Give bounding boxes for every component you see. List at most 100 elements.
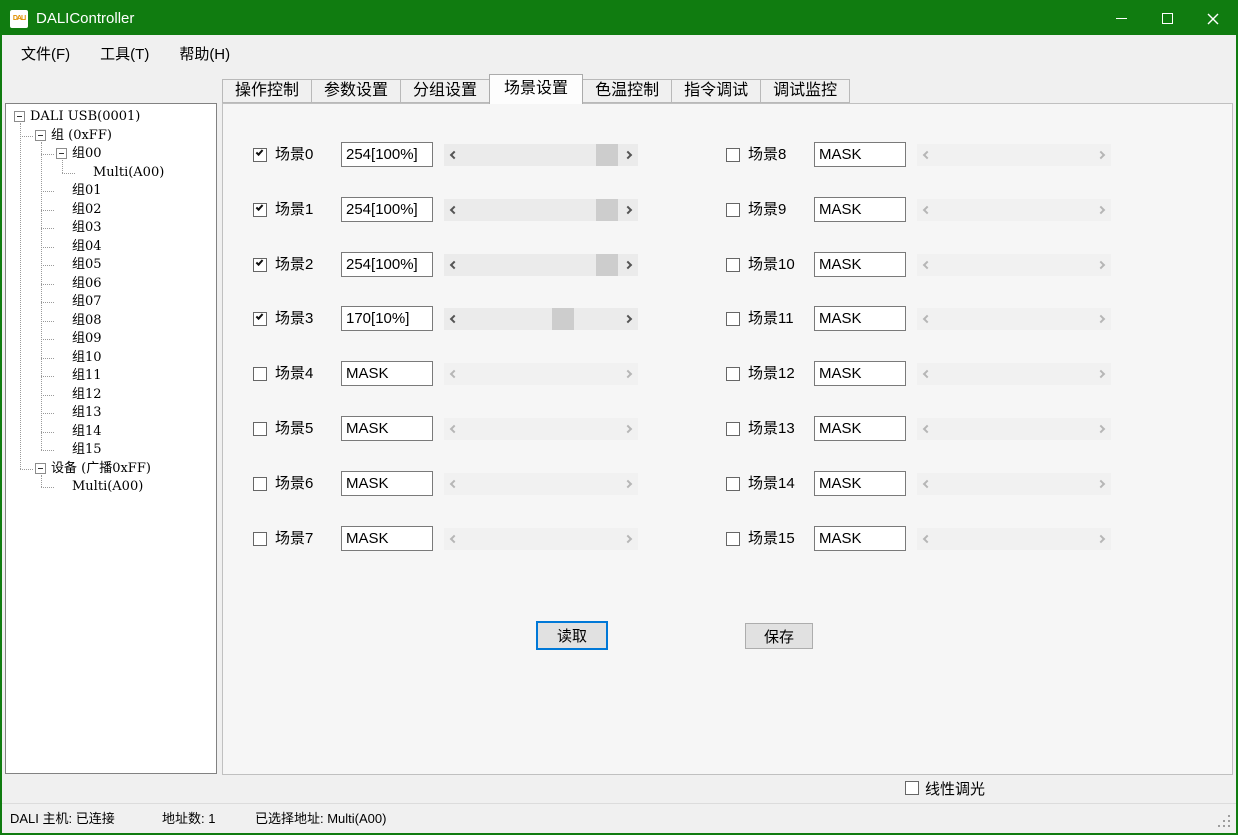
tab-4[interactable]: 色温控制	[582, 79, 672, 103]
scene-scrollbar[interactable]	[917, 418, 1111, 440]
scene-value-input[interactable]	[814, 252, 906, 277]
scrollbar-thumb[interactable]	[596, 199, 618, 221]
tree-item[interactable]: 组02	[6, 201, 216, 219]
scroll-left-arrow-icon[interactable]	[444, 144, 464, 166]
scroll-right-arrow-icon[interactable]	[1091, 363, 1111, 385]
scene-checkbox[interactable]	[253, 148, 267, 162]
scene-value-input[interactable]	[814, 416, 906, 441]
scene-checkbox[interactable]	[253, 532, 267, 546]
tree-item[interactable]: 组14	[6, 423, 216, 441]
scroll-right-arrow-icon[interactable]	[1091, 254, 1111, 276]
tab-0[interactable]: 操作控制	[222, 79, 312, 103]
tree-collapse-icon[interactable]	[35, 463, 46, 474]
read-button[interactable]: 读取	[536, 621, 608, 650]
maximize-button[interactable]	[1144, 2, 1190, 35]
menu-item-2[interactable]: 帮助(H)	[164, 35, 245, 72]
tree-item[interactable]: 组05	[6, 256, 216, 274]
scroll-left-arrow-icon[interactable]	[444, 199, 464, 221]
scene-scrollbar[interactable]	[444, 254, 638, 276]
linear-dimming-checkbox[interactable]	[905, 781, 919, 795]
scroll-left-arrow-icon[interactable]	[444, 363, 464, 385]
scroll-left-arrow-icon[interactable]	[917, 308, 937, 330]
scene-scrollbar[interactable]	[444, 363, 638, 385]
scroll-left-arrow-icon[interactable]	[444, 308, 464, 330]
scroll-left-arrow-icon[interactable]	[917, 528, 937, 550]
scroll-left-arrow-icon[interactable]	[444, 473, 464, 495]
tree-item[interactable]: 组06	[6, 275, 216, 293]
scene-scrollbar[interactable]	[444, 418, 638, 440]
scene-checkbox[interactable]	[726, 258, 740, 272]
scene-checkbox[interactable]	[253, 312, 267, 326]
tree-item[interactable]: Multi(A00)	[6, 164, 216, 182]
scene-scrollbar[interactable]	[917, 199, 1111, 221]
scene-checkbox[interactable]	[726, 203, 740, 217]
scene-value-input[interactable]	[341, 416, 433, 441]
scene-value-input[interactable]	[341, 306, 433, 331]
scroll-right-arrow-icon[interactable]	[1091, 473, 1111, 495]
scene-scrollbar[interactable]	[444, 144, 638, 166]
scene-checkbox[interactable]	[726, 367, 740, 381]
scene-value-input[interactable]	[814, 306, 906, 331]
scroll-right-arrow-icon[interactable]	[1091, 418, 1111, 440]
scene-checkbox[interactable]	[726, 532, 740, 546]
tree-collapse-icon[interactable]	[14, 111, 25, 122]
scene-scrollbar[interactable]	[444, 308, 638, 330]
tree-item[interactable]: 组07	[6, 293, 216, 311]
minimize-button[interactable]	[1098, 2, 1144, 35]
scroll-right-arrow-icon[interactable]	[618, 418, 638, 440]
save-button[interactable]: 保存	[745, 623, 813, 649]
scene-checkbox[interactable]	[253, 258, 267, 272]
scroll-left-arrow-icon[interactable]	[444, 418, 464, 440]
scroll-left-arrow-icon[interactable]	[917, 254, 937, 276]
scene-checkbox[interactable]	[253, 422, 267, 436]
scroll-right-arrow-icon[interactable]	[618, 473, 638, 495]
tree-item[interactable]: 组11	[6, 367, 216, 385]
scroll-right-arrow-icon[interactable]	[1091, 144, 1111, 166]
scene-checkbox[interactable]	[726, 312, 740, 326]
tree-item[interactable]: 组12	[6, 386, 216, 404]
scene-checkbox[interactable]	[726, 477, 740, 491]
scene-value-input[interactable]	[814, 526, 906, 551]
scene-value-input[interactable]	[341, 252, 433, 277]
scroll-right-arrow-icon[interactable]	[618, 363, 638, 385]
scene-scrollbar[interactable]	[917, 144, 1111, 166]
scroll-left-arrow-icon[interactable]	[917, 418, 937, 440]
scene-value-input[interactable]	[341, 526, 433, 551]
tree-item[interactable]: 组09	[6, 330, 216, 348]
scene-scrollbar[interactable]	[444, 199, 638, 221]
scroll-left-arrow-icon[interactable]	[917, 363, 937, 385]
tree-collapse-icon[interactable]	[56, 148, 67, 159]
scene-value-input[interactable]	[814, 361, 906, 386]
scene-scrollbar[interactable]	[917, 363, 1111, 385]
scroll-left-arrow-icon[interactable]	[917, 144, 937, 166]
tree-item[interactable]: 组10	[6, 349, 216, 367]
scene-value-input[interactable]	[341, 471, 433, 496]
scene-scrollbar[interactable]	[917, 528, 1111, 550]
scrollbar-thumb[interactable]	[596, 254, 618, 276]
tab-2[interactable]: 分组设置	[400, 79, 490, 103]
scene-value-input[interactable]	[814, 197, 906, 222]
scroll-right-arrow-icon[interactable]	[1091, 528, 1111, 550]
scroll-right-arrow-icon[interactable]	[618, 144, 638, 166]
scene-scrollbar[interactable]	[917, 308, 1111, 330]
scroll-left-arrow-icon[interactable]	[444, 528, 464, 550]
scene-checkbox[interactable]	[253, 367, 267, 381]
scroll-left-arrow-icon[interactable]	[444, 254, 464, 276]
menu-item-0[interactable]: 文件(F)	[6, 35, 85, 72]
scroll-left-arrow-icon[interactable]	[917, 199, 937, 221]
scene-scrollbar[interactable]	[917, 473, 1111, 495]
resize-grip-icon[interactable]	[1218, 825, 1220, 827]
tree-item[interactable]: 组04	[6, 238, 216, 256]
scroll-left-arrow-icon[interactable]	[917, 473, 937, 495]
scroll-right-arrow-icon[interactable]	[1091, 199, 1111, 221]
scroll-right-arrow-icon[interactable]	[618, 254, 638, 276]
tree-item[interactable]: 组08	[6, 312, 216, 330]
scene-value-input[interactable]	[341, 197, 433, 222]
scene-scrollbar[interactable]	[444, 473, 638, 495]
tab-1[interactable]: 参数设置	[311, 79, 401, 103]
scene-checkbox[interactable]	[253, 203, 267, 217]
tab-3[interactable]: 场景设置	[489, 74, 583, 104]
scene-checkbox[interactable]	[726, 422, 740, 436]
scene-checkbox[interactable]	[253, 477, 267, 491]
scene-scrollbar[interactable]	[444, 528, 638, 550]
